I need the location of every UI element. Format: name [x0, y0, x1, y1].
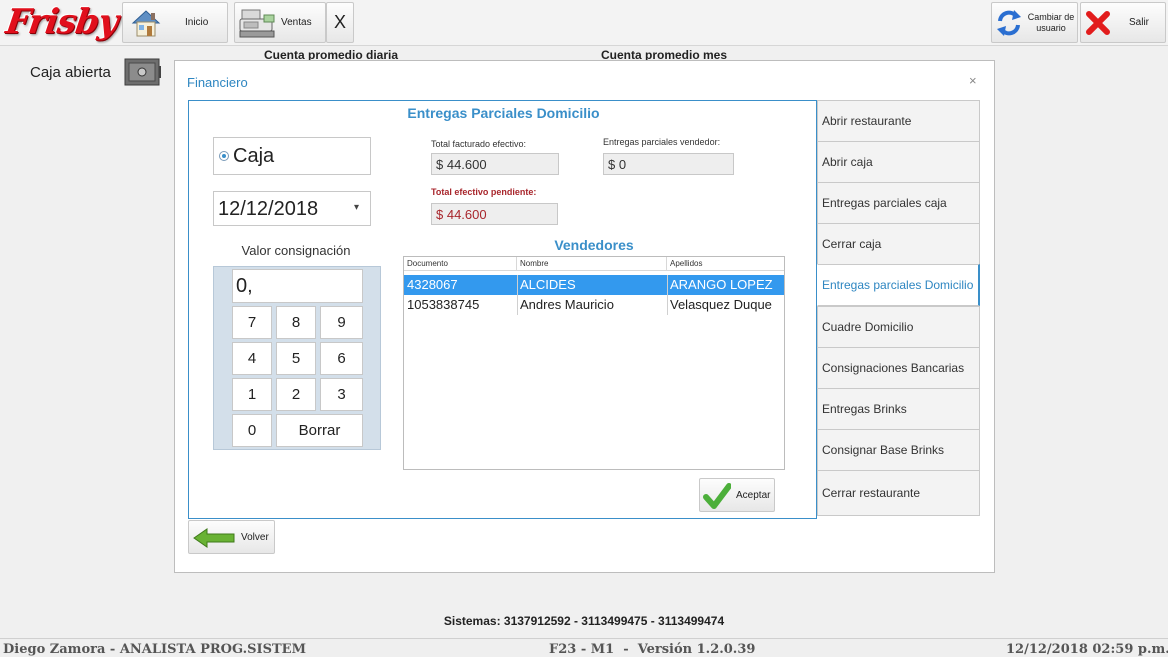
cash-register-icon	[239, 9, 275, 38]
switch-user-button[interactable]: Cambiar de usuario	[991, 2, 1078, 43]
dialog-close-icon[interactable]: ×	[969, 73, 977, 88]
key-9[interactable]: 9	[320, 306, 363, 339]
switch-user-label: Cambiar de usuario	[1026, 12, 1076, 34]
radio-dot-icon	[222, 154, 226, 158]
table-row[interactable]: 1053838745 Andres Mauricio Velasquez Duq…	[404, 295, 784, 315]
consignment-value-label: Valor consignación	[241, 243, 351, 258]
column-header-apellidos[interactable]: Apellidos	[667, 257, 784, 271]
cell-apellidos: ARANGO LOPEZ	[670, 277, 773, 292]
home-button[interactable]: Inicio	[122, 2, 228, 43]
red-x-icon	[1086, 11, 1110, 35]
menu-item-consignar-base-brinks[interactable]: Consignar Base Brinks	[817, 429, 980, 471]
key-5[interactable]: 5	[276, 342, 316, 375]
menu-item-cuadre-domicilio[interactable]: Cuadre Domicilio	[817, 306, 980, 348]
total-cash-label: Total facturado efectivo:	[431, 139, 527, 149]
column-header-nombre[interactable]: Nombre	[517, 257, 667, 271]
pending-cash-label: Total efectivo pendiente:	[431, 187, 537, 197]
date-value: 12/12/2018	[218, 198, 319, 220]
pending-cash-field: $ 44.600	[431, 203, 558, 225]
accept-button-label: Aceptar	[736, 490, 771, 501]
date-picker[interactable]: 12/12/2018 ▾	[213, 191, 371, 226]
exit-button-label: Salir	[1129, 17, 1150, 28]
table-row[interactable]: 4328067 ALCIDES ARANGO LOPEZ	[404, 275, 784, 295]
top-toolbar: Frisby Inicio Ventas X Cambiar de usuari…	[0, 0, 1168, 46]
key-2[interactable]: 2	[276, 378, 316, 411]
menu-item-consignaciones-bancarias[interactable]: Consignaciones Bancarias	[817, 347, 980, 389]
cash-status-label: Caja abierta	[30, 64, 111, 81]
key-6[interactable]: 6	[320, 342, 363, 375]
numeric-keypad: 0, 7 8 9 4 5 6 1 2 3 0 Borrar	[213, 266, 381, 450]
safe-icon	[124, 58, 161, 86]
cell-apellidos: Velasquez Duque	[670, 297, 772, 312]
key-3[interactable]: 3	[320, 378, 363, 411]
seller-deliveries-field: $ 0	[603, 153, 734, 175]
menu-item-cerrar-restaurante[interactable]: Cerrar restaurante	[817, 470, 980, 516]
chevron-down-icon[interactable]: ▾	[354, 202, 359, 213]
switch-user-label-line1: Cambiar de	[1027, 12, 1075, 22]
cell-documento: 1053838745	[407, 297, 480, 312]
refresh-arrows-icon	[997, 10, 1021, 36]
menu-item-abrir-caja[interactable]: Abrir caja	[817, 141, 980, 183]
sellers-title: Vendedores	[554, 237, 634, 253]
frisby-logo: Frisby	[3, 2, 120, 42]
cell-documento: 4328067	[407, 277, 458, 292]
exit-button[interactable]: Salir	[1080, 2, 1166, 43]
dialog-title: Financiero	[187, 75, 248, 90]
switch-user-label-line2: usuario	[1036, 23, 1066, 33]
radio-button[interactable]	[219, 151, 229, 161]
menu-item-entregas-brinks[interactable]: Entregas Brinks	[817, 388, 980, 430]
sales-button-label: Ventas	[281, 17, 312, 28]
back-button-label: Volver	[241, 532, 269, 543]
green-arrow-left-icon	[193, 528, 235, 548]
back-button[interactable]: Volver	[188, 520, 275, 554]
keypad-display[interactable]: 0,	[232, 269, 363, 303]
key-1[interactable]: 1	[232, 378, 272, 411]
total-cash-field: $ 44.600	[431, 153, 559, 175]
menu-item-cerrar-caja[interactable]: Cerrar caja	[817, 223, 980, 265]
user-info: Diego Zamora - ANALISTA PROG.SISTEM	[3, 642, 306, 657]
support-phones: Sistemas: 3137912592 - 3113499475 - 3113…	[443, 614, 725, 628]
menu-item-entregas-parciales-domicilio[interactable]: Entregas parciales Domicilio	[817, 264, 980, 306]
close-sales-button[interactable]: X	[326, 2, 354, 43]
home-button-label: Inicio	[185, 17, 209, 28]
key-8[interactable]: 8	[276, 306, 316, 339]
key-0[interactable]: 0	[232, 414, 272, 447]
sellers-table: Documento Nombre Apellidos 4328067 ALCID…	[403, 256, 785, 470]
financial-dialog: Financiero × Entregas Parciales Domicili…	[174, 60, 995, 573]
column-header-documento[interactable]: Documento	[404, 257, 517, 271]
section-title: Entregas Parciales Domicilio	[407, 105, 600, 121]
house-icon	[131, 10, 161, 37]
delete-button[interactable]: Borrar	[276, 414, 363, 447]
key-7[interactable]: 7	[232, 306, 272, 339]
seller-deliveries-label: Entregas parciales vendedor:	[603, 137, 721, 147]
cell-nombre: ALCIDES	[520, 277, 576, 292]
cell-nombre: Andres Mauricio	[520, 297, 614, 312]
partial-deliveries-panel: Entregas Parciales Domicilio Caja 12/12/…	[188, 100, 817, 519]
source-option-label: Caja	[233, 145, 275, 167]
status-bar: Diego Zamora - ANALISTA PROG.SISTEM F23 …	[0, 638, 1168, 657]
version-info: F23 - M1 - Versión 1.2.0.39	[549, 642, 756, 657]
key-4[interactable]: 4	[232, 342, 272, 375]
keypad-display-value: 0,	[236, 275, 253, 297]
source-option-caja[interactable]: Caja	[213, 137, 371, 175]
sales-button[interactable]: Ventas	[234, 2, 326, 43]
accept-button[interactable]: Aceptar	[699, 478, 775, 512]
close-sales-label: X	[333, 12, 346, 32]
menu-item-abrir-restaurante[interactable]: Abrir restaurante	[817, 100, 980, 142]
status-datetime: 12/12/2018 02:59 p.m.	[1006, 642, 1168, 657]
green-check-icon	[703, 483, 731, 509]
menu-item-entregas-parciales-caja[interactable]: Entregas parciales caja	[817, 182, 980, 224]
